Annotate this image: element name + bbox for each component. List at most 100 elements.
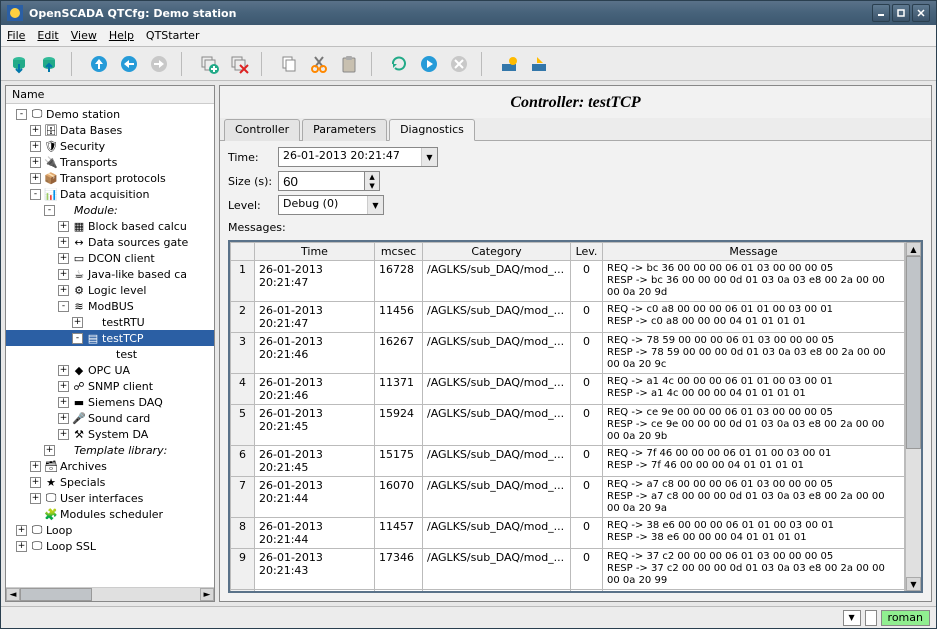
db-load-icon[interactable]	[7, 52, 31, 76]
chevron-down-icon[interactable]: ▼	[421, 148, 437, 166]
nav-back-icon[interactable]	[117, 52, 141, 76]
table-row[interactable]: 226-01-2013 20:21:4711456/AGLKS/sub_DAQ/…	[231, 302, 905, 333]
scroll-down-icon[interactable]: ▼	[906, 577, 921, 591]
tree-item[interactable]: +▭DCON client	[6, 250, 214, 266]
scroll-thumb[interactable]	[20, 588, 92, 601]
tree-toggle-icon[interactable]: +	[30, 125, 41, 136]
table-row[interactable]: 926-01-2013 20:21:4317346/AGLKS/sub_DAQ/…	[231, 549, 905, 590]
tree-toggle-icon[interactable]: +	[30, 173, 41, 184]
item-add-icon[interactable]	[197, 52, 221, 76]
col-category[interactable]: Category	[423, 243, 571, 261]
table-row[interactable]: 726-01-2013 20:21:4416070/AGLKS/sub_DAQ/…	[231, 477, 905, 518]
tree-toggle-icon[interactable]: +	[58, 221, 69, 232]
size-input[interactable]	[278, 171, 364, 191]
tree-toggle-icon[interactable]: +	[58, 397, 69, 408]
tab-parameters[interactable]: Parameters	[302, 119, 387, 141]
tree-toggle-icon[interactable]: +	[58, 237, 69, 248]
tree-item[interactable]: +☕Java-like based ca	[6, 266, 214, 282]
nav-forward-icon[interactable]	[147, 52, 171, 76]
tree-item[interactable]: +📦Transport protocols	[6, 170, 214, 186]
tree-item[interactable]: -🖵Demo station	[6, 106, 214, 122]
tree-item[interactable]: 🧩Modules scheduler	[6, 506, 214, 522]
tree-item[interactable]: +🖵Loop	[6, 522, 214, 538]
maximize-button[interactable]	[892, 4, 910, 22]
col-rownum[interactable]	[231, 243, 255, 261]
tree-item[interactable]: +🗃Archives	[6, 458, 214, 474]
copy-icon[interactable]	[277, 52, 301, 76]
scroll-up-icon[interactable]: ▲	[906, 242, 921, 256]
tree-item[interactable]: +▦Block based calcu	[6, 218, 214, 234]
tree-item[interactable]: +🔌Transports	[6, 154, 214, 170]
tree-toggle-icon[interactable]: +	[30, 461, 41, 472]
col-mcsec[interactable]: mcsec	[375, 243, 423, 261]
menu-qtstarter[interactable]: QTStarter	[146, 29, 200, 42]
tree-toggle-icon[interactable]: +	[58, 285, 69, 296]
menu-view[interactable]: View	[71, 29, 97, 42]
tree-toggle-icon[interactable]: +	[72, 317, 83, 328]
chevron-down-icon[interactable]: ▼	[367, 196, 383, 214]
tree-toggle-icon[interactable]: +	[58, 253, 69, 264]
spin-down-icon[interactable]: ▼	[365, 181, 379, 190]
tree-item[interactable]: test	[6, 346, 214, 362]
table-row[interactable]: 826-01-2013 20:21:4411457/AGLKS/sub_DAQ/…	[231, 518, 905, 549]
tree-toggle-icon[interactable]: +	[30, 493, 41, 504]
tree-toggle-icon[interactable]: +	[16, 525, 27, 536]
tree-toggle-icon[interactable]: +	[30, 477, 41, 488]
menu-help[interactable]: Help	[109, 29, 134, 42]
start-icon[interactable]	[417, 52, 441, 76]
tree[interactable]: -🖵Demo station+🗄Data Bases+🛡Security+🔌Tr…	[6, 104, 214, 587]
tree-toggle-icon[interactable]: +	[58, 429, 69, 440]
tree-toggle-icon[interactable]: +	[58, 381, 69, 392]
db-save-icon[interactable]	[37, 52, 61, 76]
level-select[interactable]: Debug (0) ▼	[278, 195, 384, 215]
size-spinner[interactable]: ▲▼	[278, 171, 380, 191]
table-row[interactable]: 1026-01-2013 20:21:4312040/AGLKS/sub_DAQ…	[231, 590, 905, 592]
vscroll-thumb[interactable]	[906, 256, 921, 449]
tree-toggle-icon[interactable]: +	[30, 157, 41, 168]
tool-config1-icon[interactable]	[497, 52, 521, 76]
tree-item[interactable]: +▬Siemens DAQ	[6, 394, 214, 410]
time-field[interactable]: 26-01-2013 20:21:47 ▼	[278, 147, 438, 167]
tool-config2-icon[interactable]	[527, 52, 551, 76]
tree-item[interactable]: +🎤Sound card	[6, 410, 214, 426]
table-row[interactable]: 426-01-2013 20:21:4611371/AGLKS/sub_DAQ/…	[231, 374, 905, 405]
tree-toggle-icon[interactable]: +	[44, 445, 55, 456]
close-button[interactable]	[912, 4, 930, 22]
table-row[interactable]: 526-01-2013 20:21:4515924/AGLKS/sub_DAQ/…	[231, 405, 905, 446]
tree-item[interactable]: -📊Data acquisition	[6, 186, 214, 202]
scroll-left-icon[interactable]: ◄	[6, 588, 20, 601]
tree-item[interactable]: -Module:	[6, 202, 214, 218]
spin-up-icon[interactable]: ▲	[365, 172, 379, 181]
tree-hscrollbar[interactable]: ◄ ►	[6, 587, 214, 601]
tree-item[interactable]: +↔Data sources gate	[6, 234, 214, 250]
status-dropdown[interactable]: ▼	[843, 610, 861, 626]
tree-item[interactable]: +🖵User interfaces	[6, 490, 214, 506]
tree-item[interactable]: +◆OPC UA	[6, 362, 214, 378]
tree-toggle-icon[interactable]: +	[30, 141, 41, 152]
minimize-button[interactable]	[872, 4, 890, 22]
cut-icon[interactable]	[307, 52, 331, 76]
tree-toggle-icon[interactable]: +	[58, 413, 69, 424]
item-del-icon[interactable]	[227, 52, 251, 76]
tree-item[interactable]: +testRTU	[6, 314, 214, 330]
table-row[interactable]: 626-01-2013 20:21:4515175/AGLKS/sub_DAQ/…	[231, 446, 905, 477]
tree-item[interactable]: +Template library:	[6, 442, 214, 458]
col-time[interactable]: Time	[255, 243, 375, 261]
table-row[interactable]: 126-01-2013 20:21:4716728/AGLKS/sub_DAQ/…	[231, 261, 905, 302]
tree-item[interactable]: +🖵Loop SSL	[6, 538, 214, 554]
menu-file[interactable]: File	[7, 29, 25, 42]
refresh-icon[interactable]	[387, 52, 411, 76]
tree-item[interactable]: +⚒System DA	[6, 426, 214, 442]
stop-icon[interactable]	[447, 52, 471, 76]
tree-header[interactable]: Name	[6, 86, 214, 104]
tab-diagnostics[interactable]: Diagnostics	[389, 119, 475, 141]
paste-icon[interactable]	[337, 52, 361, 76]
tree-item[interactable]: +⚙Logic level	[6, 282, 214, 298]
scroll-right-icon[interactable]: ►	[200, 588, 214, 601]
tree-toggle-icon[interactable]: +	[58, 365, 69, 376]
tree-item[interactable]: +🛡Security	[6, 138, 214, 154]
table-vscrollbar[interactable]: ▲ ▼	[905, 242, 921, 591]
col-message[interactable]: Message	[603, 243, 905, 261]
tree-toggle-icon[interactable]: +	[58, 269, 69, 280]
tree-item[interactable]: -▤testTCP	[6, 330, 214, 346]
